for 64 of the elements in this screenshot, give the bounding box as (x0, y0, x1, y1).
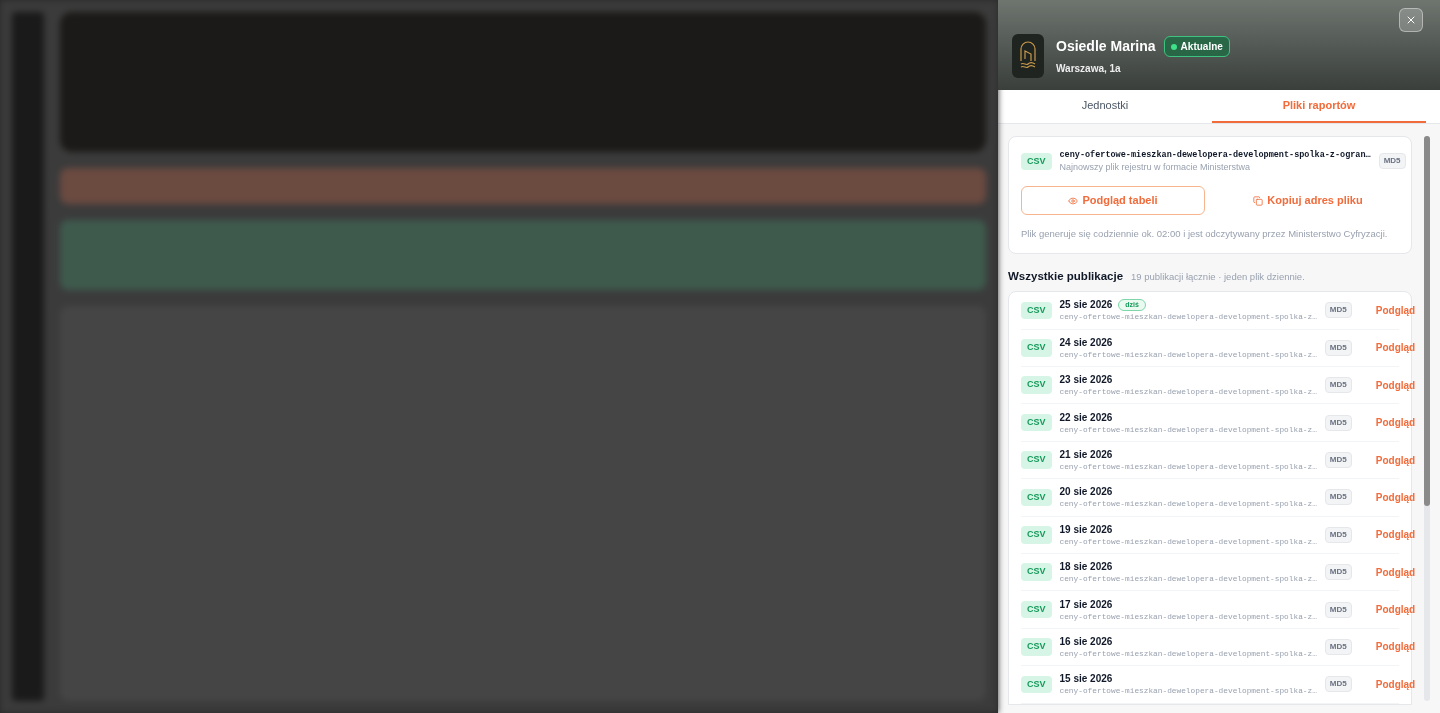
file-type-badge: CSV (1021, 638, 1052, 656)
file-description: Najnowszy plik rejestru w formacie Ministerstwa (1059, 160, 1252, 174)
checksum-badge: MD5 (1324, 377, 1352, 394)
publication-date: 22 sie 2026 (1059, 410, 1113, 425)
project-title: Osiedle Marina (1056, 37, 1156, 56)
preview-link[interactable]: Podgląd (1375, 639, 1416, 655)
tab[interactable]: Pliki raportów (1212, 90, 1426, 123)
publication-date: 19 sie 2026 (1059, 522, 1113, 537)
project-location: Warszawa, 1a (1056, 62, 1122, 76)
checksum-badge: MD5 (1324, 564, 1352, 581)
scrollbar[interactable] (1424, 135, 1430, 701)
section-summary: 19 publikacji łącznie · jeden plik dziennie. (1131, 270, 1305, 284)
tab[interactable]: Jednostki (998, 90, 1212, 123)
publication-date: 23 sie 2026 (1059, 373, 1113, 388)
file-type-badge: CSV (1021, 488, 1052, 507)
checksum-badge: MD5 (1324, 601, 1352, 618)
preview-link[interactable]: Podgląd (1375, 415, 1416, 431)
checksum-badge: MD5 (1324, 489, 1352, 506)
publication-date: 18 sie 2026 (1059, 560, 1113, 575)
publication-date: 20 sie 2026 (1059, 485, 1113, 500)
preview-link[interactable]: Podgląd (1375, 452, 1416, 468)
checksum-badge: MD5 (1324, 452, 1352, 468)
preview-link[interactable]: Podgląd (1375, 340, 1416, 356)
publication-date: 17 sie 2026 (1059, 597, 1113, 612)
file-type-badge: CSV (1021, 301, 1052, 320)
copy-link-button[interactable]: Kopiuj adres pliku (1217, 186, 1399, 215)
preview-link[interactable]: Podgląd (1375, 602, 1416, 618)
file-type-badge: CSV (1021, 600, 1052, 619)
close-icon (1405, 14, 1417, 26)
publication-date: 15 sie 2026 (1059, 672, 1113, 687)
section-title: Wszystkie publikacje (1008, 269, 1124, 284)
checksum-badge: MD5 (1324, 638, 1352, 655)
schedule-note: Plik generuje się codziennie ok. 02:00 i jest odczytywany przez Ministerstwo Cyfryzacji. (1021, 227, 1389, 241)
preview-link[interactable]: Podgląd (1375, 676, 1416, 692)
preview-link[interactable]: Podgląd (1375, 377, 1416, 393)
copy-icon (1253, 195, 1264, 206)
file-type-badge: CSV (1021, 526, 1052, 544)
checksum-badge: MD5 (1324, 414, 1352, 431)
file-type-badge: CSV (1021, 339, 1052, 357)
file-type-badge: CSV (1021, 152, 1052, 170)
publication-date: 21 sie 2026 (1059, 448, 1113, 462)
file-type-badge: CSV (1021, 563, 1052, 581)
table-preview-button[interactable]: Podgląd tabeli (1021, 186, 1205, 215)
preview-link[interactable]: Podgląd (1375, 302, 1416, 318)
file-type-badge: CSV (1021, 376, 1052, 394)
preview-link[interactable]: Podgląd (1375, 527, 1416, 543)
file-type-badge: CSV (1021, 413, 1052, 432)
checksum-badge: MD5 (1378, 153, 1406, 170)
checksum-badge: MD5 (1324, 302, 1352, 319)
eye-icon (1068, 195, 1079, 206)
logo-icon (1012, 34, 1044, 78)
preview-link[interactable]: Podgląd (1375, 489, 1416, 505)
publication-date: 24 sie 2026 (1059, 335, 1113, 350)
status-badge: Aktualne (1163, 36, 1230, 57)
checksum-badge: MD5 (1324, 676, 1352, 693)
publication-date: 16 sie 2026 (1059, 634, 1113, 649)
close-button[interactable] (1399, 8, 1423, 32)
checksum-badge: MD5 (1324, 526, 1352, 543)
file-name: ceny-ofertowe-mieszkan-dewelopera-development-spolka-z-ogran… (1059, 148, 1371, 161)
file-type-badge: CSV (1021, 675, 1052, 694)
preview-link[interactable]: Podgląd (1375, 564, 1416, 580)
checksum-badge: MD5 (1324, 339, 1352, 356)
publication-date: 25 sie 2026 (1059, 298, 1113, 313)
file-type-badge: CSV (1021, 451, 1052, 469)
